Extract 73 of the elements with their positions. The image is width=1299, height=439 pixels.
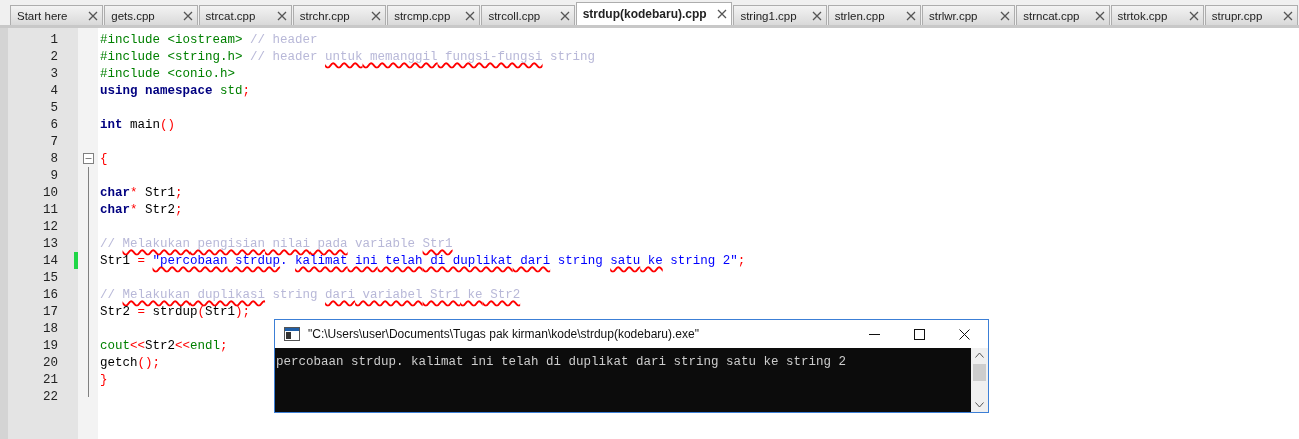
line-number: 16 <box>42 287 58 302</box>
line-number: 22 <box>42 389 58 404</box>
close-icon[interactable] <box>717 9 728 19</box>
close-icon[interactable] <box>465 10 476 21</box>
fold-toggle-icon[interactable] <box>82 153 94 164</box>
line-number: 19 <box>42 338 58 353</box>
line-number: 1 <box>49 32 58 47</box>
close-icon[interactable] <box>88 10 99 21</box>
code-line: using namespace std; <box>99 83 251 98</box>
close-icon[interactable] <box>276 10 287 21</box>
line-number: 6 <box>49 117 58 132</box>
line-number: 9 <box>49 168 58 183</box>
file-tab[interactable]: strlen.cpp <box>827 5 921 25</box>
code-line: cout<<Str2<<endl; <box>99 338 228 353</box>
code-line: // Melakukan duplikasi string dari variabel Str1 ke Str2 <box>99 287 521 302</box>
line-number: 2 <box>49 49 58 64</box>
file-tab[interactable]: strchr.cpp <box>292 5 387 25</box>
code-line: getch(); <box>99 355 161 370</box>
code-line: { <box>99 151 108 166</box>
scrollbar[interactable] <box>971 348 988 412</box>
close-icon[interactable] <box>1094 10 1105 21</box>
line-number: 18 <box>42 321 58 336</box>
scroll-down-icon[interactable] <box>975 402 984 408</box>
line-number: 14 <box>42 253 58 268</box>
code-line: } <box>99 372 108 387</box>
file-tab[interactable]: gets.cpp <box>104 5 198 25</box>
close-icon[interactable] <box>1188 10 1199 21</box>
file-tab[interactable]: string1.cpp <box>733 5 827 25</box>
line-number: 20 <box>42 355 58 370</box>
code-line: #include <iostream> // header <box>99 32 318 47</box>
close-icon[interactable] <box>182 10 193 21</box>
window-title: "C:\Users\user\Documents\Tugas pak kirman\kode\strdup(kodebaru).exe" <box>308 327 699 341</box>
code-line: #include <string.h> // header untuk memanggil fungsi-fungsi string <box>99 49 596 64</box>
line-number: 15 <box>42 270 58 285</box>
console-icon <box>284 327 300 341</box>
code-line: Str1 = "percobaan strdup. kalimat ini telah di duplikat dari string satu ke string 2"; <box>99 253 746 268</box>
close-icon[interactable] <box>371 10 382 21</box>
close-icon[interactable] <box>559 10 570 21</box>
close-icon[interactable] <box>1283 10 1294 21</box>
line-number: 21 <box>42 372 58 387</box>
code-line: // Melakukan pengisian nilai pada variable Str1 <box>99 236 453 251</box>
code-line: int main() <box>99 117 176 132</box>
code-line: #include <conio.h> <box>99 66 236 81</box>
line-number: 7 <box>49 134 58 149</box>
line-number: 8 <box>49 151 58 166</box>
code-line: char* Str1; <box>99 185 183 200</box>
close-icon[interactable] <box>905 10 916 21</box>
scroll-up-icon[interactable] <box>975 352 984 358</box>
console-output: percobaan strdup. kalimat ini telah di duplikat dari string satu ke string 2 <box>276 355 847 369</box>
line-number: 10 <box>42 185 58 200</box>
file-tab[interactable]: strcoll.cpp <box>481 5 575 25</box>
file-tab[interactable]: Start here <box>10 5 104 25</box>
close-icon[interactable] <box>1000 10 1011 21</box>
scroll-thumb[interactable] <box>973 364 986 381</box>
line-number: 11 <box>42 202 58 217</box>
file-tab[interactable]: strcat.cpp <box>198 5 292 25</box>
file-tab[interactable]: strupr.cpp <box>1204 5 1299 25</box>
line-number: 13 <box>42 236 58 251</box>
line-number: 4 <box>49 83 58 98</box>
file-tab[interactable]: strcmp.cpp <box>387 5 481 25</box>
file-tab[interactable]: strncat.cpp <box>1016 5 1110 25</box>
line-number: 5 <box>49 100 58 115</box>
code-line: Str2 = strdup(Str1); <box>99 304 251 319</box>
line-number: 3 <box>49 66 58 81</box>
file-tab[interactable]: strtok.cpp <box>1110 5 1204 25</box>
code-line: char* Str2; <box>99 202 183 217</box>
file-tab[interactable]: strlwr.cpp <box>921 5 1016 25</box>
line-number: 17 <box>42 304 58 319</box>
file-tab[interactable]: strdup(kodebaru).cpp <box>575 2 733 25</box>
close-icon[interactable] <box>959 328 970 340</box>
maximize-icon[interactable] <box>914 328 925 340</box>
close-icon[interactable] <box>811 10 822 21</box>
line-number: 12 <box>42 219 58 234</box>
